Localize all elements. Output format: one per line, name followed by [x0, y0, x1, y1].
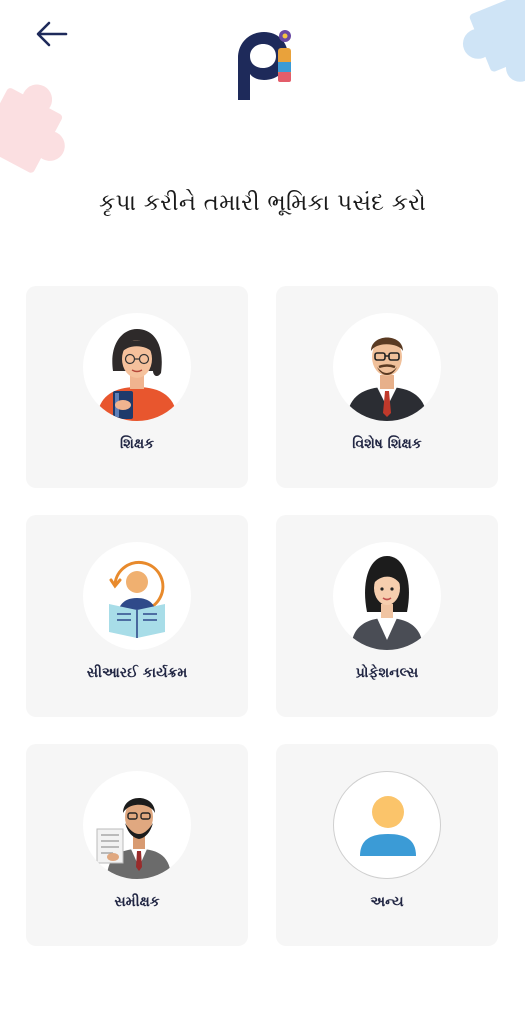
- arrow-left-icon: [36, 21, 68, 47]
- professional-female-avatar-icon: [333, 542, 441, 650]
- role-label: શિક્ષક: [119, 436, 154, 452]
- role-card-cre-program[interactable]: સીઆરઈ કાર્યક્રમ: [26, 515, 248, 717]
- role-label: સમીક્ષક: [114, 894, 160, 910]
- back-button[interactable]: [30, 16, 74, 52]
- role-label: પ્રોફેશનલ્સ: [355, 665, 419, 681]
- role-label: અન્ય: [370, 894, 404, 910]
- special-teacher-male-avatar-icon: [333, 313, 441, 421]
- reviewer-male-avatar-icon: [83, 771, 191, 879]
- role-card-teacher[interactable]: શિક્ષક: [26, 286, 248, 488]
- app-logo: [238, 30, 291, 100]
- user-icon: [333, 771, 441, 879]
- role-label: વિશેષ શિક્ષક: [352, 436, 422, 452]
- puzzle-decoration-blue-icon: [462, 0, 525, 82]
- role-label: સીઆરઈ કાર્યક્રમ: [86, 665, 188, 681]
- teacher-female-avatar-icon: [83, 313, 191, 421]
- reading-person-icon: [83, 542, 191, 650]
- role-card-other[interactable]: અન્ય: [276, 744, 498, 946]
- role-card-professionals[interactable]: પ્રોફેશનલ્સ: [276, 515, 498, 717]
- role-grid: શિક્ષક વિશેષ શિક્ષક સીઆરઈ કાર્યક્રમ પ્રો…: [26, 286, 498, 946]
- puzzle-decoration-pink-icon: [0, 84, 65, 173]
- page-title: કૃપા કરીને તમારી ભૂમિકા પસંદ કરો: [99, 190, 426, 216]
- role-card-special-teacher[interactable]: વિશેષ શિક્ષક: [276, 286, 498, 488]
- role-card-reviewer[interactable]: સમીક્ષક: [26, 744, 248, 946]
